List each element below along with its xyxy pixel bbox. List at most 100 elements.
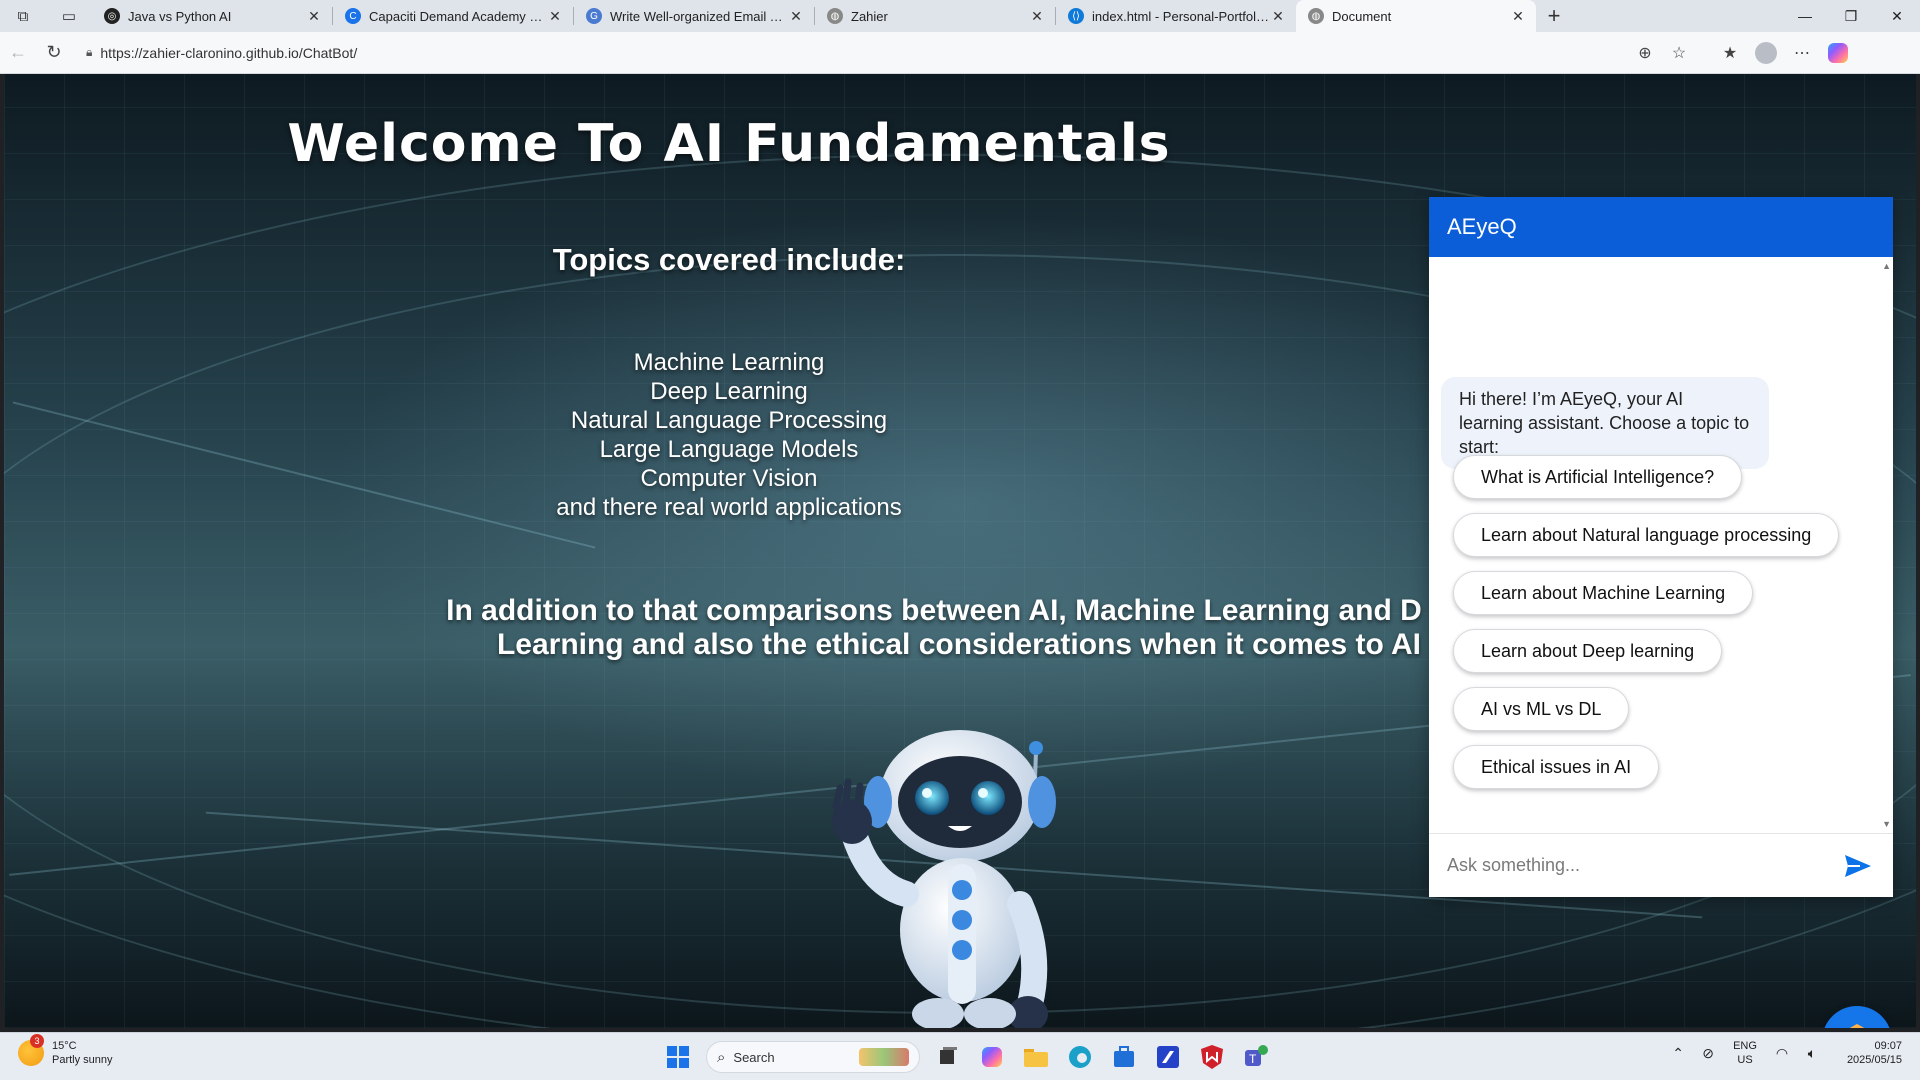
scroll-down-icon[interactable]: ▼ — [1882, 819, 1891, 829]
search-highlight-image — [859, 1048, 909, 1066]
topic-item: and there real world applications — [556, 494, 902, 521]
zoom-icon[interactable]: ⊕ — [1628, 43, 1662, 63]
store-app-button[interactable] — [1102, 1039, 1146, 1075]
tab-document[interactable]: ◍ Document ✕ — [1296, 0, 1536, 32]
edge-icon — [1069, 1046, 1091, 1068]
tab-favicon-icon: C — [345, 8, 361, 24]
refresh-button[interactable]: ↻ — [36, 36, 72, 70]
topic-item: Natural Language Processing — [570, 407, 888, 434]
clock[interactable]: 09:07 2025/05/15 — [1847, 1039, 1902, 1067]
chatbot-window: AEyeQ ▲ Hi there! I’m AEyeQ, your AI lea… — [1429, 197, 1893, 897]
language-indicator[interactable]: ENG US — [1733, 1039, 1757, 1067]
topics-list: Machine Learning Deep Learning Natural L… — [4, 348, 1454, 522]
globe-icon: ◍ — [827, 8, 843, 24]
volume-icon[interactable]: 🔈︎ — [1797, 1045, 1827, 1062]
mcafee-app-button[interactable] — [1190, 1039, 1234, 1075]
workspaces-icon[interactable]: ⧉ — [0, 0, 46, 32]
topic-options: What is Artificial Intelligence? Learn a… — [1453, 455, 1840, 803]
tab-email-text[interactable]: G Write Well-organized Email Text | ✕ — [574, 0, 814, 32]
new-tab-button[interactable]: + — [1536, 0, 1572, 32]
restore-button[interactable]: ❐ — [1828, 0, 1874, 32]
system-tray: ⌃ ⊘ ENG US ◠ 🔈︎ 09:07 2025/05/15 — [1663, 1039, 1902, 1067]
taskbar-apps: ⌕ Search T — [656, 1039, 1278, 1075]
profile-button[interactable] — [1748, 41, 1784, 64]
copilot-button[interactable] — [1820, 42, 1856, 63]
weather-widget[interactable]: 3 15°C Partly sunny — [18, 1034, 113, 1067]
svg-text:T: T — [1249, 1052, 1257, 1066]
send-button[interactable] — [1841, 849, 1875, 883]
network-status-icon[interactable]: ⊘ — [1693, 1045, 1723, 1062]
tab-favicon-icon: G — [586, 8, 602, 24]
scroll-up-icon[interactable]: ▲ — [1882, 261, 1891, 271]
file-explorer-button[interactable] — [1014, 1039, 1058, 1075]
tab-capaciti[interactable]: C Capaciti Demand Academy 2|| CP ✕ — [333, 0, 573, 32]
window-controls: — ❐ ✕ — [1782, 0, 1920, 32]
tab-title: Write Well-organized Email Text | — [610, 8, 788, 24]
topic-item: Computer Vision — [640, 465, 818, 492]
clock-time: 09:07 — [1874, 1040, 1902, 1052]
tab-title: index.html - Personal-Portfolio [G — [1092, 8, 1270, 24]
copilot-icon — [1828, 42, 1848, 63]
powerautomate-app-button[interactable] — [1146, 1039, 1190, 1075]
tab-zahier[interactable]: ◍ Zahier ✕ — [815, 0, 1055, 32]
favorite-star-icon[interactable]: ☆ — [1662, 43, 1696, 63]
edge-app-button[interactable] — [1058, 1039, 1102, 1075]
tab-close-icon[interactable]: ✕ — [1270, 8, 1286, 25]
notification-badge: 3 — [30, 1034, 44, 1048]
clock-date: 2025/05/15 — [1846, 1054, 1902, 1066]
search-icon: ⌕ — [717, 1048, 726, 1066]
cube-icon — [1849, 1024, 1865, 1028]
close-window-button[interactable]: ✕ — [1874, 0, 1920, 32]
topics-heading: Topics covered include: — [552, 242, 906, 277]
tab-portfolio[interactable]: ⟨⟩ index.html - Personal-Portfolio [G ✕ — [1056, 0, 1296, 32]
tab-title: Document — [1332, 8, 1392, 24]
chatbot-launcher-button[interactable] — [1822, 1006, 1892, 1028]
option-nlp-button[interactable]: Learn about Natural language processing — [1453, 513, 1840, 557]
task-view-icon — [940, 1047, 957, 1064]
url-field[interactable]: 🔒︎ https://zahier-claronino.github.io/Ch… — [76, 37, 1706, 69]
page-title: Welcome To AI Fundamentals — [287, 114, 1171, 174]
back-button[interactable]: ← — [0, 36, 36, 70]
tab-close-icon[interactable]: ✕ — [547, 8, 563, 25]
automate-icon — [1157, 1046, 1179, 1068]
send-icon — [1845, 854, 1871, 877]
start-button[interactable] — [656, 1039, 700, 1075]
favorites-icon[interactable]: ★ — [1712, 43, 1748, 63]
wifi-icon[interactable]: ◠ — [1767, 1045, 1797, 1062]
chatbot-title: AEyeQ — [1447, 214, 1517, 239]
copilot-icon — [982, 1047, 1002, 1067]
tab-close-icon[interactable]: ✕ — [306, 8, 322, 25]
chevron-up-icon[interactable]: ⌃ — [1663, 1045, 1693, 1062]
robot-illustration — [832, 730, 1056, 1028]
option-ethics-button[interactable]: Ethical issues in AI — [1453, 745, 1660, 789]
minimize-button[interactable]: — — [1782, 0, 1828, 32]
tab-actions-icon[interactable]: ▭ — [46, 0, 92, 32]
teams-app-button[interactable]: T — [1234, 1039, 1278, 1075]
url-text: https://zahier-claronino.github.io/ChatB… — [100, 44, 358, 61]
tab-java-vs-python[interactable]: ◎ Java vs Python AI ✕ — [92, 0, 332, 32]
more-menu-icon[interactable]: ⋯ — [1784, 43, 1820, 63]
task-view-button[interactable] — [926, 1039, 970, 1075]
folder-icon — [1024, 1049, 1048, 1067]
tab-title: Capaciti Demand Academy 2|| CP — [369, 8, 547, 24]
additional-topics-text: In addition to that comparisons between … — [444, 594, 1424, 662]
topic-item: Large Language Models — [599, 436, 859, 463]
taskbar-search[interactable]: ⌕ Search — [706, 1041, 920, 1073]
tab-close-icon[interactable]: ✕ — [788, 8, 804, 25]
tab-close-icon[interactable]: ✕ — [1510, 8, 1526, 25]
weather-temperature: 15°C — [52, 1040, 77, 1052]
chat-input[interactable] — [1447, 855, 1841, 876]
option-ai-vs-ml-vs-dl-button[interactable]: AI vs ML vs DL — [1453, 687, 1630, 731]
tab-close-icon[interactable]: ✕ — [1029, 8, 1045, 25]
language-code: ENG — [1733, 1040, 1757, 1052]
site-info-icon[interactable]: 🔒︎ — [86, 45, 92, 60]
option-ml-button[interactable]: Learn about Machine Learning — [1453, 571, 1754, 615]
page-viewport: Welcome To AI Fundamentals Topics covere… — [4, 74, 1916, 1028]
chat-messages[interactable]: ▲ Hi there! I’m AEyeQ, your AI learning … — [1429, 257, 1893, 833]
option-dl-button[interactable]: Learn about Deep learning — [1453, 629, 1723, 673]
copilot-app-button[interactable] — [970, 1039, 1014, 1075]
chat-input-row — [1429, 833, 1893, 897]
taskbar: 3 15°C Partly sunny ⌕ Search T ⌃ ⊘ ENG U… — [0, 1032, 1920, 1080]
avatar — [1755, 41, 1777, 64]
option-what-is-ai-button[interactable]: What is Artificial Intelligence? — [1453, 455, 1743, 499]
